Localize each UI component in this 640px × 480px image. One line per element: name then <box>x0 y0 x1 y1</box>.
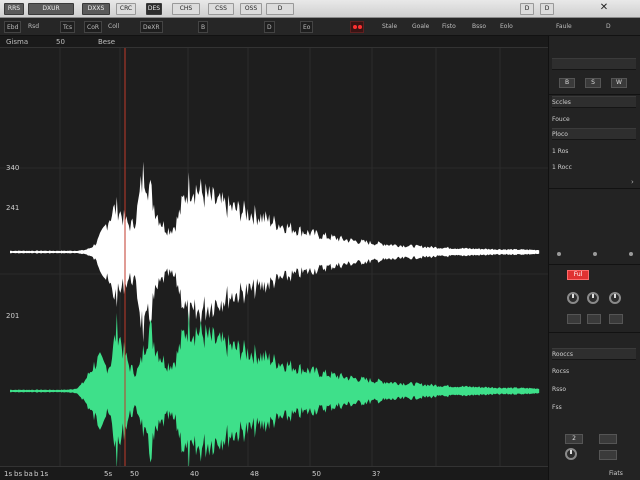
menu-button-3[interactable]: DXXS <box>82 3 110 15</box>
toolbar: Ebd Rsd Tcs CoR Coll DeXR B D Eo Stale G… <box>0 18 640 36</box>
menu-button-6[interactable]: CHS <box>172 3 200 15</box>
monitor-button[interactable] <box>609 314 623 324</box>
panel-row[interactable]: Fss <box>552 402 636 414</box>
tool-15[interactable]: Faule <box>556 21 572 33</box>
axis-label: 201 <box>6 312 20 320</box>
tool-8[interactable]: D <box>264 21 275 33</box>
time-label: 1s <box>4 470 13 478</box>
menu-button-7[interactable]: CSS <box>208 3 234 15</box>
panel-row[interactable]: 1 Rocc <box>552 162 636 174</box>
menu-button-1[interactable]: RRS <box>4 3 24 15</box>
output-knob-icon[interactable] <box>565 448 577 460</box>
tool-1[interactable]: Ebd <box>4 21 22 33</box>
time-label: 1s <box>40 470 49 478</box>
menu-button-8[interactable]: OSS <box>240 3 262 15</box>
panel-row[interactable]: Rooccs <box>552 348 636 360</box>
tool-10[interactable]: Stale <box>382 21 397 33</box>
tool-12[interactable]: Fisto <box>442 21 456 33</box>
panel-button[interactable]: W <box>611 78 627 88</box>
waveform-view[interactable]: 340 241 201 <box>0 48 548 466</box>
chevron-down-icon[interactable]: › <box>631 178 634 186</box>
tool-2[interactable]: Rsd <box>28 21 39 33</box>
menu-button-10[interactable]: D <box>520 3 534 15</box>
tool-3[interactable]: Tcs <box>60 21 76 33</box>
menu-button-5[interactable]: DES <box>146 3 162 15</box>
panel-button[interactable]: B <box>559 78 575 88</box>
close-icon[interactable]: ✕ <box>598 2 610 14</box>
tool-11[interactable]: Goale <box>412 21 429 33</box>
waveform-bottom <box>10 310 540 466</box>
waveform-top <box>10 161 540 343</box>
ruler-label: Gisma <box>6 38 29 46</box>
tool-16[interactable]: D <box>606 21 611 33</box>
pan-knob-icon[interactable] <box>587 292 599 304</box>
time-label: 3? <box>372 470 381 478</box>
record-icon[interactable] <box>350 21 364 33</box>
menu-button-2[interactable]: DXUR <box>28 3 74 15</box>
tool-5[interactable]: Coll <box>108 21 119 33</box>
title-bar: RRS DXUR DXXS CRC DES CHS CSS OSS D D D … <box>0 0 640 18</box>
time-label: b <box>34 470 39 478</box>
time-label: ba <box>24 470 33 478</box>
divider <box>549 264 640 265</box>
bottom-ruler[interactable]: 1s bs ba b 1s 5s 50 40 48 50 3? <box>0 466 548 480</box>
status-dot-icon <box>629 252 633 256</box>
solo-button[interactable] <box>587 314 601 324</box>
panel-row[interactable]: Rsso <box>552 384 636 396</box>
panel-row[interactable]: Rocss <box>552 366 636 378</box>
time-label: 5s <box>104 470 113 478</box>
panel-button[interactable] <box>599 434 617 444</box>
tool-13[interactable]: Bsso <box>472 21 486 33</box>
menu-button-9[interactable]: D <box>266 3 294 15</box>
waveform-canvas[interactable] <box>0 48 548 466</box>
time-label: bs <box>14 470 23 478</box>
menu-button-4[interactable]: CRC <box>116 3 136 15</box>
panel-row[interactable]: Fouce <box>552 114 636 126</box>
panel-button[interactable] <box>599 450 617 460</box>
axis-label: 241 <box>6 204 20 212</box>
panel-header <box>552 58 636 70</box>
top-ruler[interactable]: Gisma 50 Bese <box>0 36 548 48</box>
divider <box>549 332 640 333</box>
ruler-label: 50 <box>56 38 65 46</box>
time-label: 40 <box>190 470 199 478</box>
time-label: 48 <box>250 470 259 478</box>
time-label: 50 <box>312 470 321 478</box>
status-dot-icon <box>593 252 597 256</box>
menu-button-11[interactable]: D <box>540 3 554 15</box>
tool-9[interactable]: Eo <box>300 21 314 33</box>
axis-label: 340 <box>6 164 20 172</box>
mute-button[interactable] <box>567 314 581 324</box>
panel-row[interactable]: Ploco <box>552 128 636 140</box>
volume-knob-icon[interactable] <box>609 292 621 304</box>
inspector-panel: B S W Sccles Fouce Ploco 1 Ros 1 Rocc › … <box>548 36 640 480</box>
panel-button[interactable]: 2 <box>565 434 583 444</box>
record-arm-button[interactable]: Ful <box>567 270 589 280</box>
tool-7[interactable]: B <box>198 21 209 33</box>
status-dot-icon <box>557 252 561 256</box>
panel-button[interactable]: S <box>585 78 601 88</box>
ruler-label: Bese <box>98 38 116 46</box>
tool-14[interactable]: Eolo <box>500 21 513 33</box>
panel-row[interactable]: 1 Ros <box>552 146 636 158</box>
divider <box>549 188 640 189</box>
time-label: 50 <box>130 470 139 478</box>
panel-footer: Fiats <box>609 470 623 477</box>
tool-4[interactable]: CoR <box>84 21 103 33</box>
tool-6[interactable]: DeXR <box>140 21 163 33</box>
divider <box>549 94 640 95</box>
panel-row[interactable]: Sccles <box>552 96 636 108</box>
gain-knob-icon[interactable] <box>567 292 579 304</box>
